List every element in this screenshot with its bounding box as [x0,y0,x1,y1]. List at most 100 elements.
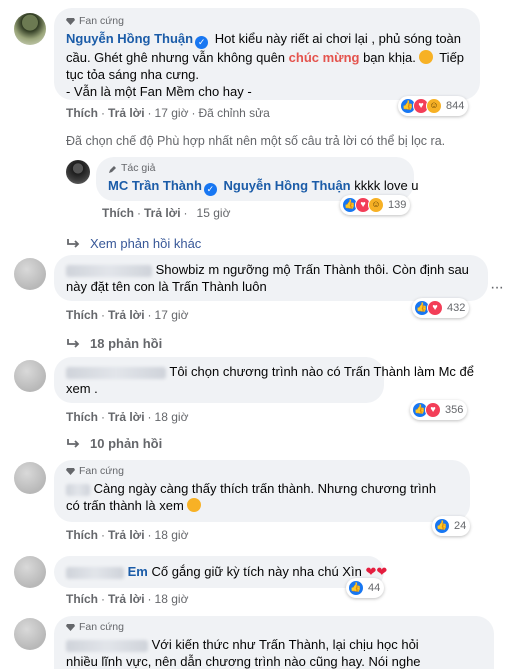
avatar[interactable] [14,556,46,588]
comment-bubble: Tôi chọn chương trình nào có Trấn Thành … [54,357,474,403]
timestamp[interactable]: 18 giờ [155,528,189,542]
timestamp[interactable]: 18 giờ [155,410,189,424]
avatar[interactable] [14,13,46,45]
badge-label: Fan cứng [79,621,124,633]
avatar[interactable] [66,160,90,184]
diamond-icon [66,18,75,25]
reaction-summary[interactable]: 👍 ♥ 356 [410,400,468,420]
fan-badge: Fan cứng [66,621,482,634]
diamond-icon [66,468,75,475]
comment-actions: Thích · Trả lời · 18 giờ [66,592,189,606]
love-reaction-icon: ♥ [427,300,443,316]
comment-text: xem . [66,381,98,396]
like-reaction-icon: 👍 [434,518,450,534]
comment-actions: Thích · Trả lời · 18 giờ [66,528,189,542]
pencil-icon [108,165,117,173]
reaction-count: 44 [368,582,381,594]
reply-arrow-icon [66,236,80,251]
edited-label: Đã chỉnh sửa [198,106,270,120]
avatar[interactable] [14,618,46,650]
view-more-label: Xem phản hồi khác [90,236,202,251]
comment-author-blurred[interactable] [66,639,148,652]
reaction-count: 844 [446,100,465,112]
verified-icon: ✓ [203,183,217,196]
comment-bubble: Showbiz m ngưỡng mộ Trấn Thành thôi. Còn… [54,255,488,301]
reaction-summary[interactable]: 👍 ♥ ☺ 139 [340,195,411,215]
reaction-summary[interactable]: 👍 ♥ ☺ 844 [398,96,469,116]
comment-text: nhiều lĩnh vực, nên dẫn chương trình nào… [66,654,421,669]
comment-author-blurred[interactable] [66,483,90,496]
reply-count-label: 10 phản hồi [90,436,163,451]
comment-author[interactable]: MC Trần Thành [108,178,202,193]
haha-reaction-icon: ☺ [426,98,442,114]
comment-bubble: Fan cứng Càng ngày càng thấy thích trấn … [54,460,470,522]
reply-button[interactable]: Trả lời [108,308,145,322]
reply-arrow-icon [66,436,80,451]
timestamp[interactable]: 17 giờ [155,106,189,120]
mention-link[interactable]: Nguyễn Hồng Thuận [224,178,351,193]
like-button[interactable]: Thích [66,592,98,606]
comment-text: cầu. Ghét ghê nhưng vẫn không quên [66,50,289,65]
comment-text: Hot kiểu này riết ai chơi lại , phủ sóng… [214,31,462,46]
diamond-icon [66,624,75,631]
comment-author[interactable]: Nguyễn Hồng Thuận [66,31,193,46]
badge-label: Tác giả [121,162,156,174]
avatar[interactable] [14,360,46,392]
like-button[interactable]: Thích [66,308,98,322]
highlight-text: chúc mừng [288,50,360,65]
comment-actions: Thích · Trả lời · 15 giờ [102,206,231,220]
filter-note: Đã chọn chế độ Phù hợp nhất nên một số c… [66,134,446,148]
love-reaction-icon: ♥ [425,402,441,418]
view-replies[interactable]: 10 phản hồi [66,436,162,451]
reply-button[interactable]: Trả lời [108,410,145,424]
more-options-icon[interactable]: ··· [490,279,504,297]
comment-text: này đặt tên con là Trấn Thành luôn [66,279,267,294]
reaction-summary[interactable]: 👍 ♥ 432 [412,298,470,318]
comment-actions: Thích · Trả lời · 18 giờ [66,410,189,424]
comment-text: tục tỏa sáng nha cưng. [66,67,200,82]
comment-text: kkkk love u [350,178,419,193]
comment-text: Cố gắng giữ kỳ tích này nha chú Xìn [151,564,362,579]
comment-text: Càng ngày càng thấy thích trấn thành. Nh… [93,481,437,496]
comment-bubble: Fan cứng Với kiến thức như Trấn Thành, l… [54,616,494,669]
comment-text: bạn khịa. [359,50,416,65]
comment-author[interactable]: Em [128,564,148,579]
comment-text: Showbiz m ngưỡng mộ Trấn Thành thôi. Còn… [155,262,469,277]
fan-badge: Fan cứng [66,15,468,28]
comment-author-blurred[interactable] [66,264,152,277]
timestamp[interactable]: 17 giờ [155,308,189,322]
timestamp[interactable]: 15 giờ [197,206,231,220]
badge-label: Fan cứng [79,15,124,27]
author-badge: Tác giả [108,162,402,175]
reply-button[interactable]: Trả lời [144,206,181,220]
verified-icon: ✓ [195,36,209,49]
avatar[interactable] [14,462,46,494]
reaction-count: 432 [447,302,466,314]
like-button[interactable]: Thích [102,206,134,220]
view-replies[interactable]: 18 phản hồi [66,336,162,351]
avatar[interactable] [14,258,46,290]
badge-label: Fan cứng [79,465,124,477]
comment-bubble: Fan cứng Nguyễn Hồng Thuận ✓ Hot kiểu này… [54,8,480,100]
comment-author-blurred[interactable] [66,566,124,579]
reply-button[interactable]: Trả lời [108,592,145,606]
reply-button[interactable]: Trả lời [108,528,145,542]
reaction-summary[interactable]: 👍 24 [432,516,471,536]
like-button[interactable]: Thích [66,528,98,542]
smile-emoji-icon [187,498,202,512]
comment-author-blurred[interactable] [66,366,166,379]
kiss-emoji-icon [418,50,433,64]
comment-text: có trấn thành là xem [66,498,184,513]
view-more-replies[interactable]: Xem phản hồi khác [66,236,201,251]
like-button[interactable]: Thích [66,410,98,424]
reply-button[interactable]: Trả lời [108,106,145,120]
reaction-count: 356 [445,404,464,416]
haha-reaction-icon: ☺ [368,197,384,213]
like-button[interactable]: Thích [66,106,98,120]
reaction-summary[interactable]: 👍 44 [346,578,385,598]
comment-actions: Thích · Trả lời · 17 giờ · Đã chỉnh sửa [66,106,270,120]
reply-arrow-icon [66,336,80,351]
heart-icon: ❤❤ [365,564,388,579]
timestamp[interactable]: 18 giờ [155,592,189,606]
comment-text: Với kiến thức như Trấn Thành, lại chịu h… [151,637,419,652]
